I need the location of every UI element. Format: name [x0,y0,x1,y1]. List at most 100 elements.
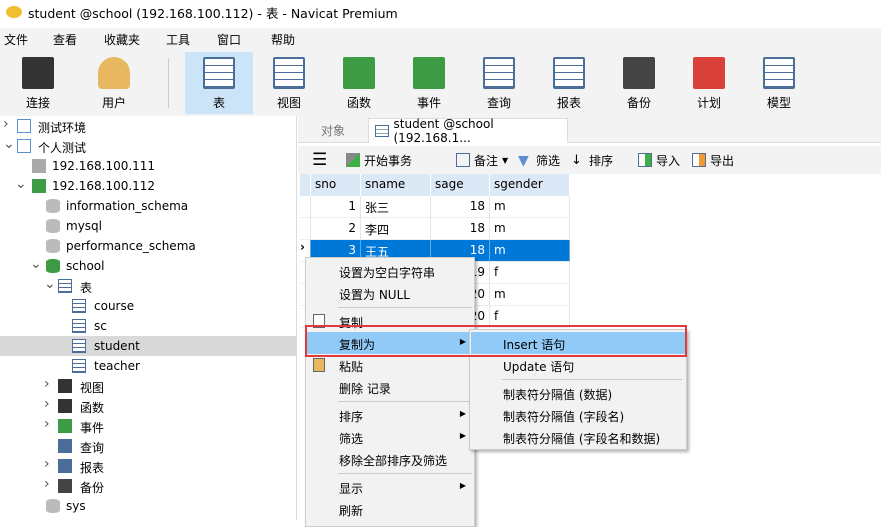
cell-sgender[interactable]: m [490,240,570,262]
import-button[interactable]: 导入 [638,152,680,169]
tree-item[interactable]: 192.168.100.111 [0,156,296,176]
tab-student-table[interactable]: student @school (192.168.1... [368,117,568,145]
begin-transaction-button[interactable]: 开始事务 [346,152,412,169]
submenu-item[interactable]: 制表符分隔值 (字段名和数据) [471,426,686,448]
tree-item[interactable]: ⌄ 192.168.100.112 [0,176,296,196]
context-menu-item[interactable]: 筛选 ▶ [307,426,474,448]
chevron-down-icon: ▼ [502,155,509,165]
tree-item[interactable]: mysql [0,216,296,236]
connection-icon [22,57,54,89]
context-menu-item[interactable]: 设置为空白字符串 [307,260,474,282]
chevron-down-icon[interactable]: ⌄ [44,276,56,292]
export-button[interactable]: 导出 [692,152,734,169]
tree-item[interactable]: › 事件 [0,416,296,436]
context-menu-item[interactable]: 刷新 [307,498,474,520]
context-menu-item[interactable]: 排序 ▶ [307,404,474,426]
tree-item[interactable]: › 备份 [0,476,296,496]
chevron-right-icon[interactable]: › [44,476,50,492]
cell-sname[interactable]: 李四 [361,218,431,240]
tree-item[interactable]: › 函数 [0,396,296,416]
backup-icon [58,479,72,493]
chevron-right-icon[interactable]: › [44,396,50,412]
import-icon [638,153,652,167]
menu-3[interactable]: 工具 [166,31,190,48]
tree-item[interactable]: performance_schema [0,236,296,256]
toolbar-backup-button[interactable]: 备份 [605,52,673,114]
menu-5[interactable]: 帮助 [271,31,295,48]
sort-button[interactable]: ↓ 排序 [571,152,613,169]
toolbar-label: 报表 [556,96,581,110]
chevron-right-icon[interactable]: › [44,416,50,432]
tree-item[interactable]: ⌄ 表 [0,276,296,296]
tree-item[interactable]: course [0,296,296,316]
cell-sage[interactable]: 18 [431,196,490,218]
submenu-item[interactable]: 制表符分隔值 (数据) [471,382,686,404]
chevron-down-icon[interactable]: ⌄ [15,176,27,192]
cell-sgender[interactable]: m [490,218,570,240]
tree-item[interactable]: sc [0,316,296,336]
tree-item[interactable]: ⌄ school [0,256,296,276]
tree-item-label: 备份 [80,481,105,495]
table-row[interactable]: 1 张三 18 m [300,196,570,218]
menu-1[interactable]: 查看 [53,31,77,48]
chevron-right-icon[interactable]: › [44,456,50,472]
chevron-right-icon[interactable]: › [3,116,9,132]
cell-sgender[interactable]: m [490,196,570,218]
tree-item[interactable]: student [0,336,296,356]
cell-sname[interactable]: 张三 [361,196,431,218]
table-icon [375,125,389,137]
database-icon [46,199,60,213]
cell-sgender[interactable]: m [490,284,570,306]
toolbar-connection-button[interactable]: 连接 [4,52,72,114]
toolbar-function-button[interactable]: 函数 [325,52,393,114]
toolbar-event-button[interactable]: 事件 [395,52,463,114]
toolbar-view-button[interactable]: 视图 [255,52,323,114]
tree-item[interactable]: › 报表 [0,456,296,476]
chevron-right-icon[interactable]: › [44,376,50,392]
annotation-highlight-box [305,325,687,357]
filter-button[interactable]: ▼ 筛选 [518,152,560,169]
tree-item-label: sc [94,319,107,333]
toolbar-schedule-button[interactable]: 计划 [675,52,743,114]
context-menu-item[interactable]: 粘贴 [307,354,474,376]
toolbar-separator [168,58,169,108]
tree-item[interactable]: 查询 [0,436,296,456]
chevron-down-icon[interactable]: ⌄ [3,136,15,152]
chevron-down-icon[interactable]: ⌄ [30,256,42,272]
toolbar-report-button[interactable]: 报表 [535,52,603,114]
tree-item[interactable]: information_schema [0,196,296,216]
context-menu-item[interactable]: 显示 ▶ [307,476,474,498]
context-menu-item[interactable]: 移除全部排序及筛选 [307,448,474,470]
menu-4[interactable]: 窗口 [217,31,241,48]
report-icon [58,459,72,473]
menu-0[interactable]: 文件 [4,31,28,48]
row-indicator-header [300,174,311,196]
column-header-sage[interactable]: sage [431,174,490,196]
tree-item[interactable]: sys [0,496,296,516]
context-menu-item[interactable]: 设置为 NULL [307,282,474,304]
menu-icon[interactable]: ☰ [312,150,327,170]
tree-item[interactable]: › 测试环境 [0,116,296,136]
toolbar-label: 查询 [486,96,511,110]
table-row[interactable]: 2 李四 18 m [300,218,570,240]
toolbar-query-button[interactable]: 查询 [465,52,533,114]
context-menu-item[interactable]: 删除 记录 [307,376,474,398]
submenu-item[interactable]: Update 语句 [471,354,686,376]
column-header-sname[interactable]: sname [361,174,431,196]
toolbar-model-button[interactable]: 模型 [745,52,813,114]
submenu-item[interactable]: 制表符分隔值 (字段名) [471,404,686,426]
note-button[interactable]: 备注 ▼ [456,152,508,169]
cell-sno[interactable]: 2 [311,218,361,240]
cell-sage[interactable]: 18 [431,218,490,240]
tree-item[interactable]: ⌄ 个人测试 [0,136,296,156]
tab-objects[interactable]: 对象 [298,118,368,143]
menu-2[interactable]: 收藏夹 [104,31,140,48]
toolbar-user-button[interactable]: 用户 [80,52,148,114]
toolbar-table-button[interactable]: 表 [185,52,253,114]
tree-item[interactable]: › 视图 [0,376,296,396]
column-header-sgender[interactable]: sgender [490,174,570,196]
cell-sno[interactable]: 1 [311,196,361,218]
tree-item[interactable]: teacher [0,356,296,376]
column-header-sno[interactable]: sno [311,174,361,196]
cell-sgender[interactable]: f [490,262,570,284]
